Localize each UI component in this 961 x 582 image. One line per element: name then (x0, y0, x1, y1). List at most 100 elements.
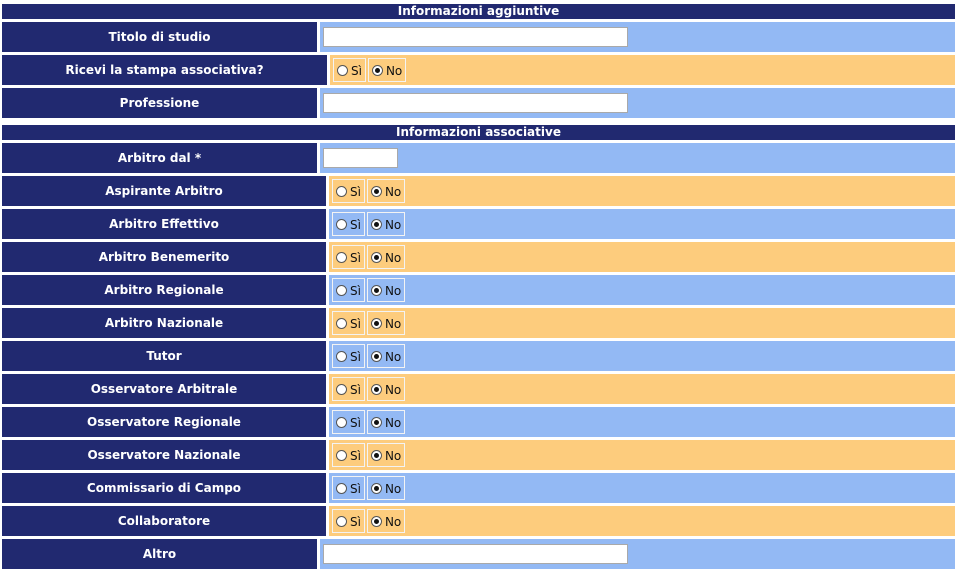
radio-option-label: Sì (350, 383, 361, 397)
radio-button-icon[interactable] (337, 64, 348, 76)
titolo-di-studio-input[interactable] (323, 27, 628, 47)
radio-option-si-commissario-di-campo[interactable]: Sì (332, 476, 365, 500)
radio-option-no-arbitro-nazionale[interactable]: No (366, 311, 406, 335)
radio-button-icon[interactable] (370, 251, 382, 263)
radio-option-si-arbitro-nazionale[interactable]: Sì (332, 311, 365, 335)
form-row-collaboratore: Collaboratore Sì No (2, 506, 955, 536)
form-row-osservatore-arbitrale: Osservatore Arbitrale Sì No (2, 374, 955, 404)
radio-button-icon[interactable] (370, 416, 382, 428)
radio-option-label: Sì (350, 350, 361, 364)
field-label-professione: Professione (2, 88, 317, 118)
altro-input[interactable] (323, 544, 628, 564)
field-cell-osservatore-nazionale: Sì No (329, 440, 955, 470)
radio-option-no-arbitro-effettivo[interactable]: No (366, 212, 406, 236)
form-row-arbitro-regionale: Arbitro Regionale Sì No (2, 275, 955, 305)
radio-option-no-osservatore-regionale[interactable]: No (366, 410, 406, 434)
radio-option-si-osservatore-arbitrale[interactable]: Sì (332, 377, 365, 401)
field-cell-osservatore-arbitrale: Sì No (329, 374, 955, 404)
radio-button-icon[interactable] (370, 218, 382, 230)
radio-button-icon[interactable] (336, 383, 347, 395)
radio-button-icon[interactable] (370, 185, 382, 197)
radio-option-no-commissario-di-campo[interactable]: No (366, 476, 406, 500)
arbitro-dal-input[interactable] (323, 148, 398, 168)
radio-option-no-osservatore-arbitrale[interactable]: No (366, 377, 406, 401)
radio-option-no-aspirante-arbitro[interactable]: No (366, 179, 406, 203)
field-label-arbitro-effettivo: Arbitro Effettivo (2, 209, 326, 239)
form-row-tutor: Tutor Sì No (2, 341, 955, 371)
radio-button-icon[interactable] (336, 218, 347, 230)
radio-group-osservatore-regionale: Sì No (332, 410, 407, 434)
radio-option-si-collaboratore[interactable]: Sì (332, 509, 365, 533)
radio-option-label: No (384, 416, 402, 430)
field-cell-titolo-di-studio (320, 22, 955, 52)
radio-button-icon[interactable] (336, 251, 347, 263)
radio-group-ricevi-la-stampa-associativa: Sì No (333, 58, 408, 82)
field-label-osservatore-nazionale: Osservatore Nazionale (2, 440, 326, 470)
radio-option-si-osservatore-nazionale[interactable]: Sì (332, 443, 365, 467)
radio-button-icon[interactable] (370, 317, 382, 329)
radio-group-arbitro-benemerito: Sì No (332, 245, 407, 269)
section-header-informazioni-associative: Informazioni associative (2, 125, 955, 140)
radio-button-icon[interactable] (336, 317, 347, 329)
form-row-arbitro-dal: Arbitro dal * (2, 143, 955, 173)
field-label-tutor: Tutor (2, 341, 326, 371)
field-label-ricevi-la-stampa-associativa: Ricevi la stampa associativa? (2, 55, 327, 85)
radio-option-no-osservatore-nazionale[interactable]: No (366, 443, 406, 467)
radio-option-label: No (384, 284, 402, 298)
radio-button-icon[interactable] (370, 482, 382, 494)
radio-option-label: No (384, 185, 402, 199)
radio-group-arbitro-nazionale: Sì No (332, 311, 407, 335)
field-label-altro: Altro (2, 539, 317, 569)
radio-button-icon[interactable] (370, 449, 382, 461)
radio-button-icon[interactable] (370, 350, 382, 362)
radio-option-label: No (384, 482, 402, 496)
radio-option-label: Sì (350, 482, 361, 496)
radio-option-label: No (385, 64, 403, 78)
radio-button-icon[interactable] (336, 515, 347, 527)
section-header-informazioni-aggiuntive: Informazioni aggiuntive (2, 4, 955, 19)
form-row-arbitro-effettivo: Arbitro Effettivo Sì No (2, 209, 955, 239)
field-cell-professione (320, 88, 955, 118)
field-label-arbitro-regionale: Arbitro Regionale (2, 275, 326, 305)
radio-button-icon[interactable] (336, 350, 347, 362)
radio-option-si-aspirante-arbitro[interactable]: Sì (332, 179, 365, 203)
field-label-titolo-di-studio: Titolo di studio (2, 22, 317, 52)
radio-option-si-tutor[interactable]: Sì (332, 344, 365, 368)
radio-option-si-ricevi-la-stampa-associativa[interactable]: Sì (333, 58, 366, 82)
radio-option-no-arbitro-benemerito[interactable]: No (366, 245, 406, 269)
form-row-altro: Altro (2, 539, 955, 569)
radio-button-icon[interactable] (336, 482, 347, 494)
radio-option-no-tutor[interactable]: No (366, 344, 406, 368)
radio-button-icon[interactable] (370, 284, 382, 296)
radio-button-icon[interactable] (336, 185, 347, 197)
radio-button-icon[interactable] (370, 383, 382, 395)
radio-button-icon[interactable] (336, 449, 347, 461)
radio-option-label: No (384, 383, 402, 397)
radio-button-icon[interactable] (336, 416, 347, 428)
field-cell-arbitro-regionale: Sì No (329, 275, 955, 305)
field-cell-arbitro-effettivo: Sì No (329, 209, 955, 239)
radio-option-si-osservatore-regionale[interactable]: Sì (332, 410, 365, 434)
field-cell-commissario-di-campo: Sì No (329, 473, 955, 503)
radio-button-icon[interactable] (371, 64, 383, 76)
radio-button-icon[interactable] (370, 515, 382, 527)
radio-option-si-arbitro-benemerito[interactable]: Sì (332, 245, 365, 269)
field-label-arbitro-dal: Arbitro dal * (2, 143, 317, 173)
radio-group-osservatore-arbitrale: Sì No (332, 377, 407, 401)
radio-option-no-collaboratore[interactable]: No (366, 509, 406, 533)
radio-option-label: Sì (350, 416, 361, 430)
field-cell-arbitro-nazionale: Sì No (329, 308, 955, 338)
radio-button-icon[interactable] (336, 284, 347, 296)
field-label-collaboratore: Collaboratore (2, 506, 326, 536)
form-row-osservatore-nazionale: Osservatore Nazionale Sì No (2, 440, 955, 470)
radio-option-label: Sì (350, 515, 361, 529)
radio-option-no-ricevi-la-stampa-associativa[interactable]: No (367, 58, 407, 82)
radio-option-si-arbitro-regionale[interactable]: Sì (332, 278, 365, 302)
radio-option-no-arbitro-regionale[interactable]: No (366, 278, 406, 302)
professione-input[interactable] (323, 93, 628, 113)
radio-option-label: Sì (350, 284, 361, 298)
field-label-osservatore-arbitrale: Osservatore Arbitrale (2, 374, 326, 404)
radio-option-si-arbitro-effettivo[interactable]: Sì (332, 212, 365, 236)
form-row-titolo-di-studio: Titolo di studio (2, 22, 955, 52)
radio-option-label: No (384, 317, 402, 331)
